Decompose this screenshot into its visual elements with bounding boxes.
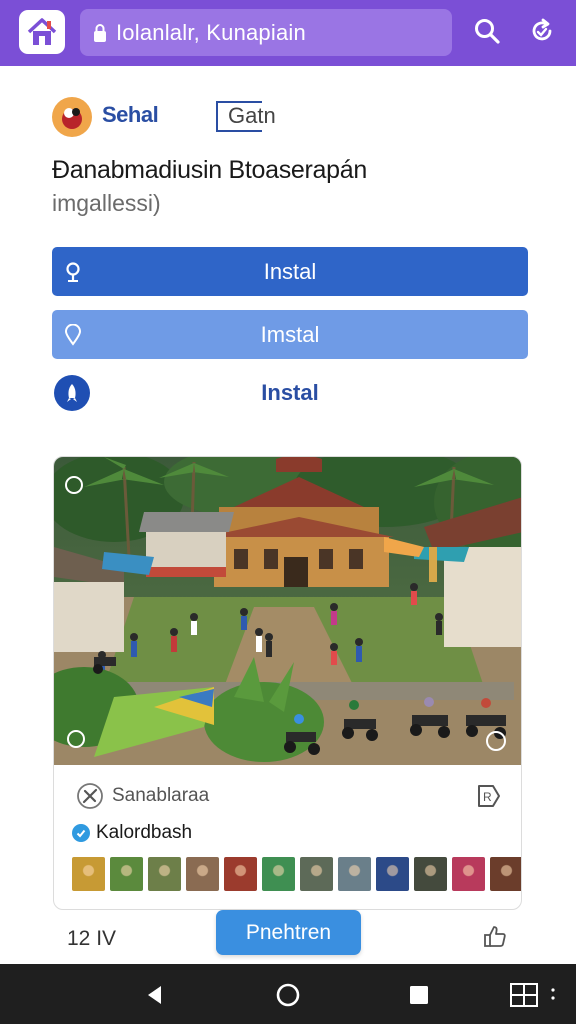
thumbnail-3[interactable] (148, 857, 181, 891)
thumbnail-12[interactable] (490, 857, 521, 891)
address-text: Iolanlalr, Kunapiain (116, 19, 306, 45)
thumbnail-4[interactable] (186, 857, 219, 891)
home-button[interactable] (19, 10, 65, 54)
brand-name: Sehal (102, 102, 159, 127)
refresh-button[interactable] (525, 14, 559, 48)
app-title: Đanabmadiusin Btoaserapán (52, 156, 367, 184)
content-card[interactable]: Sanablaraa R Kalordbash (53, 456, 522, 910)
thumbnail-8[interactable] (338, 857, 371, 891)
install-button-secondary[interactable]: Imstal (52, 310, 528, 359)
address-bar[interactable]: Iolanlalr, Kunapiain (80, 9, 452, 56)
thumbnail-1[interactable] (72, 857, 105, 891)
author-row[interactable]: Kalordbash (72, 822, 192, 844)
verified-check-icon (72, 824, 90, 842)
source-row[interactable]: Sanablaraa (76, 782, 209, 810)
brand-logo-icon (53, 98, 91, 136)
thumbs-up-icon[interactable] (481, 923, 507, 949)
back-triangle-icon (148, 986, 161, 1004)
preview-button[interactable]: Pnehtren (216, 910, 361, 955)
source-label: Sanablaraa (112, 785, 210, 806)
thumbnail-10[interactable] (414, 857, 447, 891)
nav-recents-button[interactable] (404, 980, 434, 1010)
app-subtitle: imgallessi) (52, 190, 161, 216)
search-icon (475, 19, 500, 44)
svg-text:R: R (483, 790, 492, 804)
thumbnail-9[interactable] (376, 857, 409, 891)
thumbnail-5[interactable] (224, 857, 257, 891)
install-button-primary[interactable]: Instal (52, 247, 528, 296)
lock-icon (94, 23, 106, 42)
refresh-icon (532, 18, 552, 41)
grid-icon (510, 983, 555, 1007)
install-button-primary-label: Instal (263, 258, 317, 284)
thumbnail-2[interactable] (110, 857, 143, 891)
rocket-icon (54, 375, 90, 411)
nav-home-button[interactable] (273, 980, 303, 1010)
location-outline-icon (62, 323, 84, 346)
circle-home-icon (276, 983, 300, 1007)
thumbnail-11[interactable] (452, 857, 485, 891)
location-pin-icon (62, 261, 84, 283)
get-button-label[interactable]: Gatn (228, 103, 276, 129)
share-icon[interactable]: R (473, 782, 501, 810)
nav-grid-button[interactable] (508, 980, 558, 1010)
square-recents-icon (410, 986, 428, 1004)
install-button-tertiary-label: Instal (261, 380, 319, 405)
author-label: Kalordbash (96, 822, 193, 843)
item-count: 12 IV (67, 927, 117, 950)
top-app-bar: Iolanlalr, Kunapiain (0, 0, 576, 66)
search-button[interactable] (470, 14, 504, 48)
thumbnail-strip (72, 857, 521, 891)
system-nav-bar (0, 964, 576, 1024)
village-photo[interactable] (54, 457, 521, 765)
home-icon (27, 18, 57, 45)
install-button-secondary-label: Imstal (260, 321, 320, 347)
thumbnail-7[interactable] (300, 857, 333, 891)
nav-back-button[interactable] (140, 980, 170, 1010)
village-photo-image (54, 457, 521, 765)
thumbnail-6[interactable] (262, 857, 295, 891)
tools-icon (77, 783, 103, 809)
brand-logo (52, 97, 92, 137)
install-button-tertiary[interactable]: Instal (52, 370, 528, 416)
